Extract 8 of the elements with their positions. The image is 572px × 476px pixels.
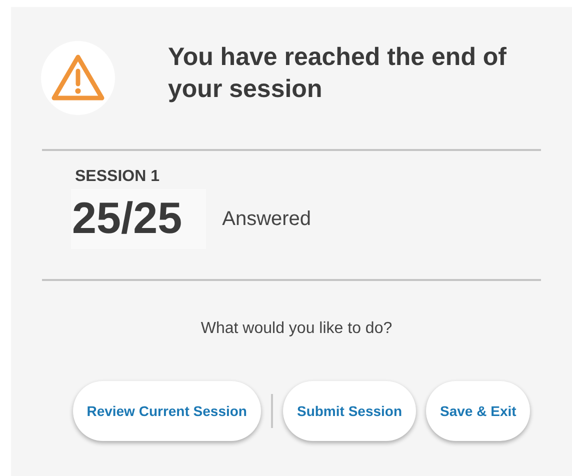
prompt-text: What would you like to do? <box>200 319 394 339</box>
action-button[interactable]: Review Current Session <box>72 381 261 441</box>
dialog-title: You have reached the end of your session <box>168 42 508 105</box>
answered-label: Answered <box>222 207 312 232</box>
action-button[interactable]: Save & Exit <box>426 381 530 441</box>
action-button[interactable]: Submit Session <box>282 381 416 441</box>
session-label: SESSION 1 <box>75 167 160 187</box>
answered-count: 25/25 <box>71 189 206 249</box>
